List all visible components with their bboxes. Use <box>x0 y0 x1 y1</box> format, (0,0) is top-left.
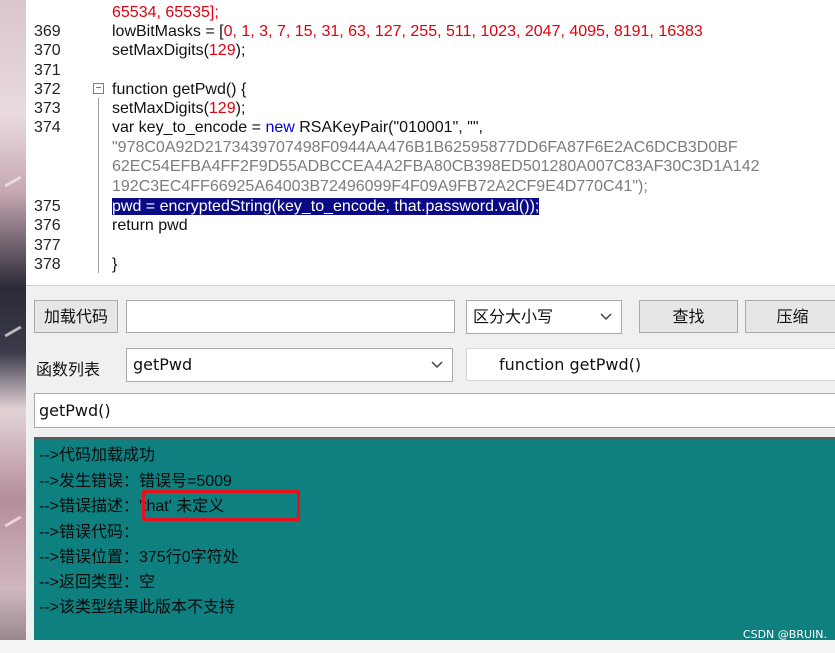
load-code-button[interactable]: 加载代码 <box>34 300 118 333</box>
function-list-select[interactable]: getPwd <box>126 348 453 382</box>
compress-button[interactable]: 压缩 <box>745 300 835 333</box>
error-highlight-box <box>142 490 300 521</box>
function-list-value: getPwd <box>133 355 193 374</box>
output-line: -->代码加载成功 <box>39 447 156 464</box>
case-sensitive-value: 区分大小写 <box>473 307 554 326</box>
output-line: -->错误代码： <box>39 524 140 541</box>
output-panel: -->代码加载成功 -->发生错误：错误号=5009 -->错误描述：'that… <box>34 437 835 640</box>
csdn-credit: CSDN @BRUIN. <box>742 628 827 641</box>
fold-toggle-icon[interactable]: − <box>93 83 104 94</box>
function-signature-field: function getPwd() <box>466 348 835 381</box>
output-line: -->该类型结果此版本不支持 <box>39 599 236 616</box>
call-expression-input[interactable]: getPwd() <box>34 393 835 428</box>
bottom-strip <box>0 640 835 653</box>
side-artwork <box>0 0 26 640</box>
chevron-down-icon <box>431 361 443 369</box>
case-sensitive-select[interactable]: 区分大小写 <box>466 300 622 334</box>
output-line: -->错误位置：375行0字符处 <box>39 549 239 566</box>
output-line: -->返回类型：空 <box>39 574 156 591</box>
load-code-input[interactable] <box>126 300 455 333</box>
find-button[interactable]: 查找 <box>639 300 738 333</box>
chevron-down-icon <box>600 313 612 321</box>
function-list-label: 函数列表 <box>36 360 101 379</box>
fold-guide <box>98 98 99 273</box>
code-editor[interactable]: − 65534, 65535]; 369 lowBitMasks = [0, 1… <box>26 0 835 286</box>
